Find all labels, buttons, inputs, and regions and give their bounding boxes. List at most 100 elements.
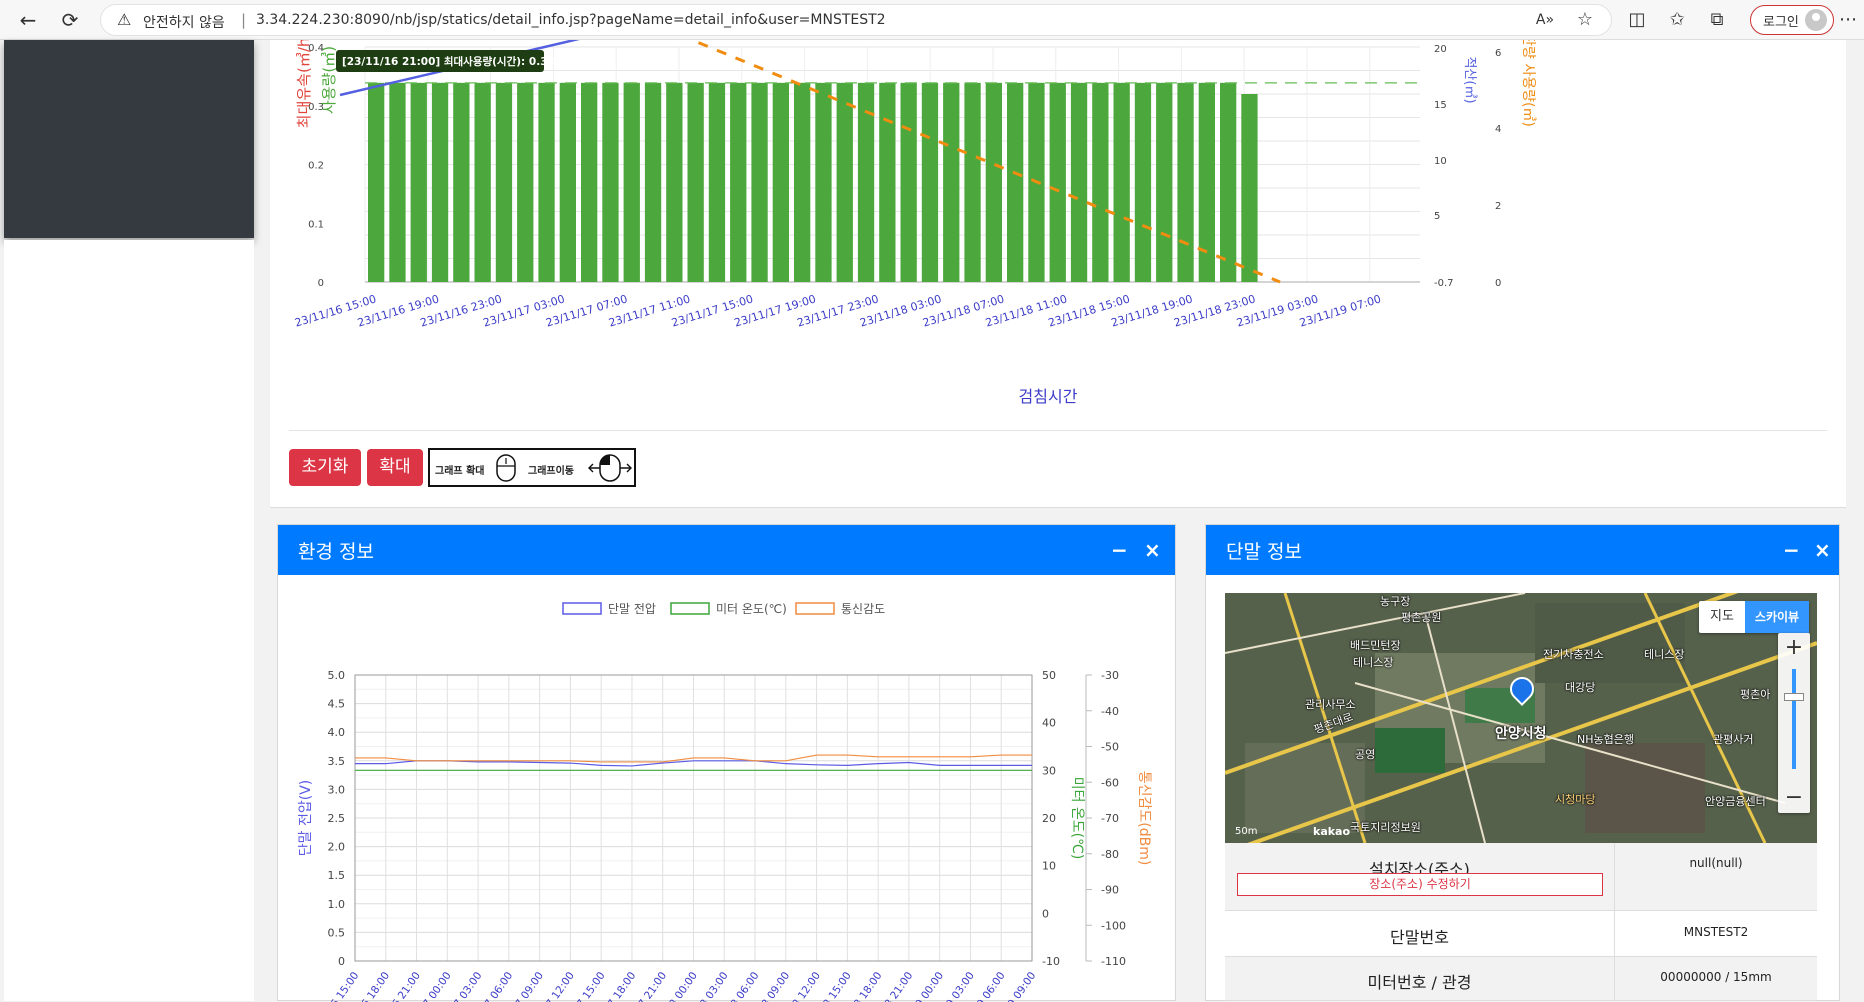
- y-right-tick-label: 15: [1434, 100, 1447, 111]
- close-icon[interactable]: ×: [1814, 538, 1831, 562]
- info-row-device-no: 단말번호 MNSTEST2: [1225, 911, 1817, 957]
- usage-bar: [517, 82, 534, 283]
- usage-bar: [368, 82, 385, 283]
- split-screen-icon[interactable]: ◫: [1625, 8, 1649, 32]
- more-menu-icon[interactable]: ⋯: [1836, 8, 1860, 32]
- zoom-in-button[interactable]: +: [1778, 633, 1810, 663]
- y-right2-tick-label: 0: [1495, 278, 1501, 289]
- env-chart[interactable]: 단말 전압 미터 온도(℃) 통신감도00.51.01.52.02.53.03.54…: [278, 575, 1177, 1002]
- usage-bar: [1113, 82, 1130, 283]
- tooltip-text: [23/11/16 21:00] 최대사용량(시간): 0.339㎥: [342, 55, 573, 68]
- url-separator: |: [241, 11, 247, 29]
- zoom-out-button[interactable]: −: [1778, 783, 1810, 813]
- usage-bar: [985, 82, 1002, 283]
- rssi-tick-label: -70: [1101, 812, 1119, 825]
- map-label: 안양시청: [1495, 726, 1547, 742]
- meter-key: 미터번호 / 관경: [1367, 973, 1472, 992]
- y-tick-label: 0.1: [308, 219, 324, 230]
- minimize-icon[interactable]: −: [1111, 538, 1128, 562]
- usage-bar: [1007, 82, 1024, 283]
- y-axis-label-remain: 잔량 사용량(㎥): [1520, 40, 1536, 127]
- sidebar-white-panel: [4, 240, 254, 1001]
- map-label: 전기차충전소: [1543, 648, 1604, 661]
- y-axis-label-rssi: 통신감도(dBm): [1136, 771, 1152, 866]
- url-text[interactable]: 3.34.224.230:8090/nb/jsp/statics/detail_…: [256, 12, 886, 28]
- usage-bar: [687, 82, 704, 283]
- map-skyview-button[interactable]: 스카이뷰: [1745, 601, 1809, 633]
- y-tick-label: 1.0: [328, 898, 346, 911]
- map-type-toggle: 지도 스카이뷰: [1699, 601, 1809, 633]
- map-normal-button[interactable]: 지도: [1699, 601, 1745, 633]
- usage-bar: [410, 82, 427, 283]
- rssi-tick-label: -90: [1101, 884, 1119, 897]
- y-tick-label: 0.2: [308, 161, 324, 172]
- info-key: 미터번호 / 관경: [1225, 957, 1615, 1000]
- usage-bar: [836, 82, 853, 283]
- y-axis-label-usage: 사용량(㎥): [320, 46, 338, 114]
- y-tick-label: 1.5: [328, 869, 346, 882]
- back-icon[interactable]: ←: [16, 8, 40, 32]
- y-right-tick-label: -0.7: [1434, 278, 1454, 289]
- rssi-tick-label: -30: [1101, 669, 1119, 682]
- info-row-address: 설치장소(주소) 장소(주소) 수정하기 null(null): [1225, 843, 1817, 911]
- collections-icon[interactable]: ⧉: [1705, 8, 1729, 32]
- map-label: 공영: [1355, 748, 1376, 761]
- usage-bar: [772, 82, 789, 283]
- temp-tick-label: 10: [1042, 860, 1056, 873]
- favorite-star-icon[interactable]: ☆: [1573, 8, 1597, 32]
- x-tick-label: 23/11/16 15:00: [305, 970, 361, 1002]
- env-info-card: 환경 정보 − × 단말 전압 미터 온도(℃) 통신감도 0 0.5 1.0 1.5 2.0…: [277, 524, 1177, 1002]
- close-icon[interactable]: ×: [1144, 538, 1161, 562]
- map-label: 관평사거: [1713, 733, 1754, 746]
- hint-zoom-label: 그래프 확대: [435, 466, 485, 477]
- edit-address-button[interactable]: 장소(주소) 수정하기: [1237, 873, 1603, 896]
- info-row-meter: 미터번호 / 관경 00000000 / 15mm: [1225, 957, 1817, 1001]
- browser-toolbar: ← ⟳ ⚠ 안전하지 않음 | 3.34.224.230:8090/nb/jsp…: [0, 0, 1864, 40]
- map-scale: 50m: [1235, 826, 1258, 837]
- read-aloud-icon[interactable]: A»: [1533, 8, 1557, 32]
- map-label: 농구장: [1380, 595, 1411, 608]
- usage-bar: [474, 82, 491, 283]
- rssi-tick-label: -60: [1101, 776, 1119, 789]
- map-logo: kakao: [1313, 825, 1351, 838]
- map-label: 시청마당: [1555, 793, 1596, 806]
- usage-bar: [751, 82, 768, 283]
- reload-icon[interactable]: ⟳: [58, 8, 82, 32]
- temp-tick-label: 30: [1042, 764, 1056, 777]
- zoom-button[interactable]: 확대: [367, 449, 423, 486]
- hint-move-label: 그래프이동: [528, 466, 574, 477]
- map-label: 배드민턴장: [1350, 639, 1401, 652]
- minimize-icon[interactable]: −: [1783, 538, 1800, 562]
- usage-bar: [730, 82, 747, 283]
- favorites-icon[interactable]: ✩: [1665, 8, 1689, 32]
- usage-bar: [943, 82, 960, 283]
- mouse-scroll-icon: [496, 454, 516, 482]
- usage-bar: [431, 82, 449, 283]
- satellite-map[interactable]: 농구장 평촌공원 배드민턴장 테니스장 전기차충전소 테니스장 관리사무소 대강…: [1225, 593, 1817, 843]
- y-tick-label: 4.0: [328, 726, 346, 739]
- zoom-slider-track[interactable]: [1792, 669, 1796, 769]
- usage-bar: [602, 82, 619, 283]
- usage-chart[interactable]: [23/11/16 21:00] 최대사용량(시간): 0.339㎥ 0 0.1 0.…: [270, 40, 1846, 420]
- usage-bar: [815, 82, 832, 283]
- rssi-tick-label: -80: [1101, 848, 1119, 861]
- map-label: 테니스장: [1644, 648, 1685, 661]
- address-bar[interactable]: ⚠ 안전하지 않음 | 3.34.224.230:8090/nb/jsp/sta…: [100, 4, 1612, 36]
- temp-tick-label: 20: [1042, 812, 1056, 825]
- usage-bar: [964, 82, 981, 283]
- info-key: 단말번호: [1225, 911, 1615, 956]
- y-axis-label-temp: 미터 온도(℃): [1069, 777, 1085, 860]
- login-button[interactable]: 로그인: [1750, 5, 1834, 35]
- avatar-icon: [1805, 9, 1827, 31]
- usage-bar: [559, 82, 576, 283]
- reset-button[interactable]: 초기화: [289, 449, 361, 486]
- usage-bar: [708, 82, 726, 283]
- y-tick-label: 3.0: [328, 783, 346, 796]
- usage-bar: [389, 82, 406, 283]
- y-axis-label-flow: 최대유속(㎥/h): [295, 40, 313, 128]
- usage-bar: [1241, 94, 1258, 282]
- y-tick-label: 0: [318, 278, 324, 289]
- zoom-slider-handle[interactable]: [1784, 693, 1804, 701]
- usage-bar: [1220, 82, 1237, 283]
- legend-swatch: [562, 602, 602, 615]
